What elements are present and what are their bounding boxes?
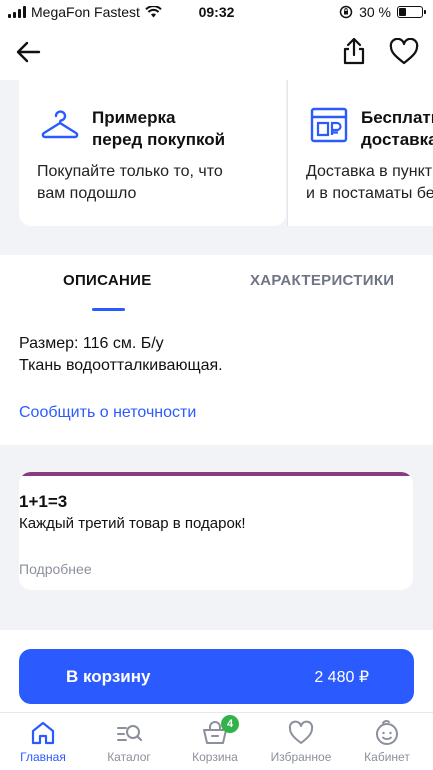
- nav-item-favorites[interactable]: Избранное: [258, 719, 344, 764]
- product-info-section: ОПИСАНИЕ ХАРАКТЕРИСТИКИ Размер: 116 см. …: [0, 255, 433, 445]
- share-icon[interactable]: [341, 36, 367, 66]
- bottom-nav: Главная Каталог 4 Корзина Избранное Каби…: [0, 712, 433, 770]
- feature-card-delivery[interactable]: Бесплатная доставка Доставка в пункты вы…: [287, 80, 433, 226]
- product-price: 2 480 ₽: [314, 669, 369, 686]
- nav-item-profile[interactable]: Кабинет: [344, 719, 430, 764]
- catalog-search-icon: [117, 725, 143, 742]
- profile-icon: [376, 720, 398, 745]
- promo-stripe: [19, 472, 413, 476]
- cart-count-badge: 4: [221, 715, 239, 733]
- features-carousel[interactable]: Примерка перед покупкой Покупайте только…: [0, 80, 433, 240]
- feature-title: Примерка перед покупкой: [92, 108, 226, 149]
- status-right: 30 %: [339, 4, 426, 20]
- nav-label: Каталог: [107, 750, 151, 764]
- promo-more-link[interactable]: Подробнее: [19, 561, 92, 577]
- parcel-locker-icon: [310, 107, 348, 143]
- favorite-heart-icon[interactable]: [389, 38, 419, 66]
- description-line: Размер: 116 см. Б/у: [19, 335, 164, 352]
- battery-percent: 30 %: [359, 4, 391, 20]
- feature-description: Доставка в пункты выдачи и в постаматы б…: [306, 163, 433, 202]
- nav-label: Избранное: [270, 750, 332, 764]
- nav-label: Главная: [20, 750, 66, 764]
- description-line: Ткань водоотталкивающая.: [19, 357, 223, 374]
- report-inaccuracy-link[interactable]: Сообщить о неточности: [19, 404, 196, 422]
- home-icon: [31, 721, 55, 745]
- feature-card-fitting[interactable]: Примерка перед покупкой Покупайте только…: [19, 80, 286, 226]
- orientation-lock-icon: [339, 5, 353, 19]
- hanger-icon: [41, 110, 79, 139]
- promo-title: 1+1=3: [19, 492, 68, 511]
- tab-characteristics[interactable]: ХАРАКТЕРИСТИКИ: [250, 272, 394, 289]
- nav-label: Корзина: [192, 750, 238, 764]
- feature-description: Покупайте только то, что вам подошло: [37, 163, 223, 202]
- add-to-cart-button[interactable]: В корзину 2 480 ₽: [19, 649, 414, 704]
- back-arrow-icon[interactable]: [14, 38, 42, 66]
- top-nav: [0, 24, 433, 80]
- nav-item-home[interactable]: Главная: [0, 719, 86, 764]
- promo-subtitle: Каждый третий товар в подарок!: [19, 515, 246, 532]
- nav-item-cart[interactable]: 4 Корзина: [172, 715, 258, 764]
- nav-item-catalog[interactable]: Каталог: [86, 719, 172, 764]
- nav-label: Кабинет: [364, 750, 410, 764]
- tab-description[interactable]: ОПИСАНИЕ: [63, 272, 152, 289]
- feature-title: Бесплатная доставка: [361, 108, 433, 149]
- active-tab-indicator: [92, 308, 125, 311]
- heart-icon: [288, 720, 314, 744]
- battery-icon: [397, 6, 426, 18]
- description-text: Размер: 116 см. Б/у Ткань водоотталкиваю…: [19, 333, 223, 377]
- status-bar: MegaFon Fastest 09:32 30 %: [0, 0, 433, 24]
- add-to-cart-label: В корзину: [66, 667, 151, 686]
- promo-section: 1+1=3 Каждый третий товар в подарок! Под…: [0, 445, 433, 620]
